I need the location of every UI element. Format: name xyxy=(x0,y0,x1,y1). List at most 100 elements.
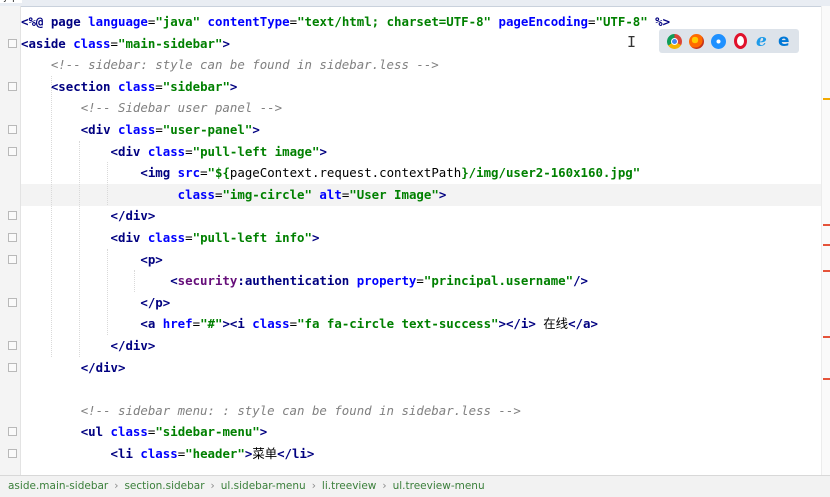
code-token: %> xyxy=(655,14,671,29)
code-line[interactable] xyxy=(21,378,821,400)
fold-marker-icon[interactable] xyxy=(8,38,17,48)
code-token: security xyxy=(177,273,238,289)
error-stripe[interactable] xyxy=(821,6,830,475)
code-line[interactable]: <li class="header">菜单</li> xyxy=(21,443,821,465)
code-token: = xyxy=(185,143,193,159)
code-token: "text/html; charset=UTF-8" xyxy=(297,14,499,29)
warning-marker[interactable] xyxy=(823,98,830,100)
code-line[interactable]: <!-- sidebar: style can be found in side… xyxy=(21,54,821,76)
fold-marker-icon[interactable] xyxy=(8,211,17,221)
code-token: = xyxy=(200,165,208,181)
code-line[interactable]: <!-- Sidebar user panel --> xyxy=(21,97,821,119)
breadcrumb: aside.main-sidebar › section.sidebar › ul.si… xyxy=(0,475,830,497)
code-line[interactable]: </div> xyxy=(21,205,821,227)
ie-icon[interactable]: e xyxy=(754,32,769,49)
code-token: <div xyxy=(110,143,148,159)
code-line[interactable]: <div class="pull-left image"> xyxy=(21,141,821,163)
code-line[interactable]: <!-- sidebar menu: : style can be found … xyxy=(21,400,821,422)
code-token: </div> xyxy=(110,208,156,224)
code-token: ></i> xyxy=(498,316,536,332)
code-token: </div> xyxy=(80,359,126,375)
fold-marker-icon[interactable] xyxy=(8,146,17,156)
code-token: "header" xyxy=(185,446,245,461)
indent-guide xyxy=(51,75,52,357)
code-token: "${ xyxy=(207,165,230,181)
code-line[interactable]: <p> xyxy=(21,249,821,271)
fold-marker-icon[interactable] xyxy=(8,233,17,242)
code-token: <ul xyxy=(80,424,111,440)
code-line[interactable]: <ul class="sidebar-menu"> xyxy=(21,421,821,443)
fold-marker-icon[interactable] xyxy=(8,81,17,91)
code-token: "principal.username" xyxy=(423,273,574,289)
indent-guide xyxy=(107,162,108,206)
chrome-icon[interactable] xyxy=(666,33,682,49)
browser-preview-bar: ee xyxy=(659,29,799,53)
fold-marker-icon[interactable] xyxy=(8,449,17,458)
breadcrumb-separator: › xyxy=(114,480,119,492)
code-token: <!-- sidebar menu: : style can be found … xyxy=(80,402,521,418)
breadcrumb-item[interactable]: ul.sidebar-menu xyxy=(221,480,306,492)
code-token: "sidebar" xyxy=(162,78,230,94)
code-token: > xyxy=(311,230,320,245)
breadcrumb-separator: › xyxy=(382,480,387,492)
code-token: </li> xyxy=(277,446,315,461)
code-line[interactable]: </div> xyxy=(21,357,821,379)
fold-marker-icon[interactable] xyxy=(8,362,17,372)
code-token: <section xyxy=(50,78,118,94)
code-token: class xyxy=(118,122,156,137)
breadcrumb-item[interactable]: li.treeview xyxy=(322,480,376,492)
code-token: class xyxy=(110,424,148,440)
file-tab[interactable]: jsp xyxy=(0,0,23,3)
code-token: "fa fa-circle text-success" xyxy=(297,316,499,332)
firefox-icon[interactable] xyxy=(688,33,704,49)
error-marker[interactable] xyxy=(823,336,830,338)
code-line[interactable]: <div class="pull-left info"> xyxy=(21,227,821,249)
code-line[interactable]: <div class="user-panel"> xyxy=(21,119,821,141)
code-token: class xyxy=(252,316,290,332)
code-line[interactable]: <security:authentication property="princ… xyxy=(21,270,821,292)
code-token: "#" xyxy=(200,316,223,332)
error-marker[interactable] xyxy=(823,270,830,272)
code-line[interactable]: <img src="${pageContext.request.contextP… xyxy=(21,162,821,184)
code-token: /> xyxy=(573,273,588,289)
opera-icon[interactable] xyxy=(733,33,747,49)
fold-marker-icon[interactable] xyxy=(8,125,17,134)
code-token: <img xyxy=(140,165,178,181)
fold-marker-icon[interactable] xyxy=(8,254,17,264)
code-line[interactable]: <a href="#"><i class="fa fa-circle text-… xyxy=(21,313,821,335)
code-line[interactable]: class="img-circle" alt="User Image"> xyxy=(21,183,821,206)
edge-icon[interactable]: e xyxy=(776,32,791,49)
error-marker[interactable] xyxy=(823,244,830,246)
code-token: </a> xyxy=(568,316,598,332)
code-token: language xyxy=(88,14,148,29)
code-line[interactable]: <section class="sidebar"> xyxy=(21,76,821,98)
code-editor[interactable]: <%@ page language="java" contentType="te… xyxy=(21,6,821,475)
code-token: <p> xyxy=(140,251,163,267)
code-line[interactable]: </p> xyxy=(21,292,821,314)
breadcrumb-item[interactable]: section.sidebar xyxy=(124,480,204,492)
code-token: "pull-left image" xyxy=(192,143,320,159)
code-token: class xyxy=(73,35,111,51)
code-line[interactable]: </div> xyxy=(21,335,821,357)
code-token: "user-panel" xyxy=(162,122,253,137)
code-token: </div> xyxy=(110,338,156,353)
error-marker[interactable] xyxy=(823,224,830,226)
code-token: class xyxy=(177,186,215,202)
code-token: <!-- sidebar: style can be found in side… xyxy=(50,57,439,73)
safari-icon[interactable] xyxy=(711,33,727,49)
breadcrumb-item[interactable]: ul.treeview-menu xyxy=(393,480,485,492)
code-token: <!-- Sidebar user panel --> xyxy=(80,100,283,116)
code-token: = xyxy=(185,230,193,245)
fold-marker-icon[interactable] xyxy=(8,297,17,307)
breadcrumb-item[interactable]: aside.main-sidebar xyxy=(8,480,108,492)
error-marker[interactable] xyxy=(823,378,830,380)
fold-marker-icon[interactable] xyxy=(8,341,17,350)
code-token: pageEncoding xyxy=(498,14,589,29)
fold-marker-icon[interactable] xyxy=(8,427,17,437)
code-token: "java" xyxy=(155,14,208,29)
